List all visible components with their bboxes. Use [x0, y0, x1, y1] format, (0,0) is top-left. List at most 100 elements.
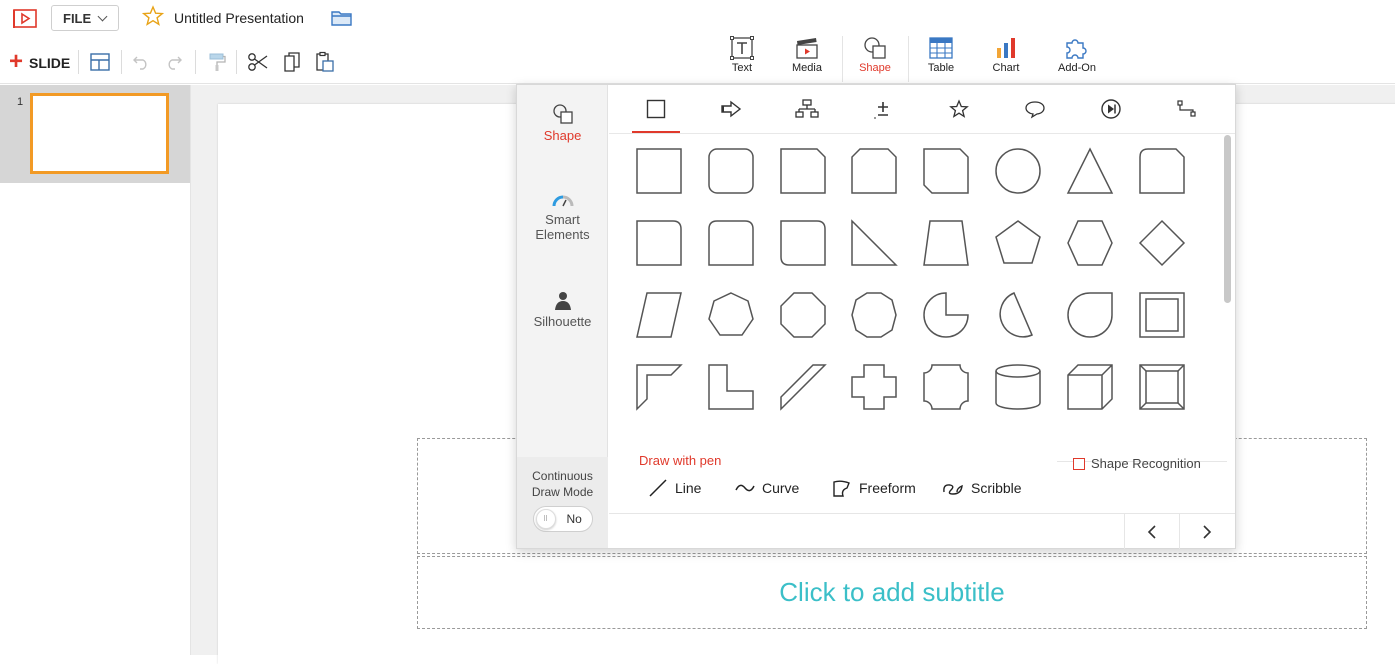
insert-shape-label: Shape — [859, 62, 891, 74]
app-logo-icon[interactable] — [13, 8, 37, 30]
pen-curve-button[interactable]: Curve — [734, 478, 799, 498]
shape-diamond[interactable] — [1126, 207, 1198, 279]
subtitle-placeholder-box[interactable]: Click to add subtitle — [417, 556, 1367, 629]
next-page-button[interactable] — [1179, 514, 1234, 549]
favorite-star-icon[interactable] — [142, 5, 164, 27]
pen-line-button[interactable]: Line — [647, 478, 701, 498]
shape-recognition-checkbox[interactable]: Shape Recognition — [1073, 456, 1201, 471]
shape-recognition-label: Shape Recognition — [1091, 456, 1201, 471]
shape-trapezoid[interactable] — [910, 207, 982, 279]
pen-freeform-button[interactable]: Freeform — [831, 478, 916, 498]
shape-half-frame[interactable] — [623, 351, 695, 423]
insert-shape-button[interactable]: Shape — [845, 36, 905, 82]
continuous-draw-label-2: Draw Mode — [531, 485, 594, 499]
top-toolbar: FILE Untitled Presentation + SLIDE Text … — [0, 0, 1395, 84]
pen-scribble-button[interactable]: Scribble — [941, 478, 1022, 498]
scribble-icon — [943, 484, 963, 495]
media-clapper-icon — [796, 38, 818, 59]
table-icon — [929, 37, 953, 59]
shape-pie[interactable] — [910, 279, 982, 351]
divider — [236, 50, 237, 74]
undo-button[interactable] — [129, 50, 153, 74]
subtitle-placeholder-text: Click to add subtitle — [779, 577, 1005, 607]
tab-flowchart[interactable] — [783, 85, 831, 133]
tab-callouts[interactable] — [1011, 85, 1059, 133]
checkbox-box[interactable] — [1073, 457, 1085, 470]
insert-media-button[interactable]: Media — [777, 36, 837, 82]
shape-icon — [864, 37, 886, 59]
shape-triangle[interactable] — [1054, 135, 1126, 207]
side-item-smart-elements[interactable]: Smart Elements — [517, 193, 608, 242]
shape-bevel[interactable] — [1126, 351, 1198, 423]
presentation-title[interactable]: Untitled Presentation — [174, 10, 304, 26]
paste-button[interactable] — [313, 50, 337, 74]
shape-octagon[interactable] — [767, 279, 839, 351]
shape-can[interactable] — [982, 351, 1054, 423]
add-slide-button[interactable]: + SLIDE — [9, 50, 71, 75]
shape-round-diagonal[interactable] — [767, 207, 839, 279]
shape-snip-same-side[interactable] — [838, 135, 910, 207]
shape-rounded-rectangle[interactable] — [695, 135, 767, 207]
prev-page-button[interactable] — [1124, 514, 1179, 549]
shape-circle[interactable] — [982, 135, 1054, 207]
shape-cross[interactable] — [838, 351, 910, 423]
tab-arrows[interactable] — [707, 85, 755, 133]
shape-heptagon[interactable] — [695, 279, 767, 351]
flowchart-icon — [795, 99, 819, 118]
format-painter-button[interactable] — [205, 50, 229, 74]
shape-decagon[interactable] — [838, 279, 910, 351]
shape-pentagon[interactable] — [982, 207, 1054, 279]
insert-table-button[interactable]: Table — [911, 36, 971, 82]
scrollbar-thumb[interactable] — [1224, 135, 1231, 303]
shape-grid-scrollbar[interactable] — [1224, 135, 1232, 445]
shape-snip-single-corner[interactable] — [767, 135, 839, 207]
shape-l-shape[interactable] — [695, 351, 767, 423]
insert-text-button[interactable]: Text — [712, 36, 772, 82]
insert-addon-button[interactable]: Add-On — [1047, 36, 1107, 82]
tab-action-buttons[interactable] — [1087, 85, 1135, 133]
shape-rectangle[interactable] — [623, 135, 695, 207]
redo-button[interactable] — [162, 50, 186, 74]
insert-chart-button[interactable]: Chart — [976, 36, 1036, 82]
shape-grid — [609, 135, 1219, 435]
add-slide-label: SLIDE — [29, 55, 71, 71]
tab-connectors[interactable] — [1163, 85, 1211, 133]
divider — [842, 36, 843, 82]
tab-basic-shapes[interactable] — [632, 85, 680, 133]
layout-button[interactable] — [88, 50, 112, 74]
shape-diagonal-stripe[interactable] — [767, 351, 839, 423]
toggle-knob: II — [535, 509, 556, 529]
plus-minus-icon — [874, 102, 888, 119]
slide-thumbnail-row[interactable]: 1 — [0, 85, 190, 183]
pen-line-label: Line — [675, 480, 702, 496]
copy-button[interactable] — [280, 50, 304, 74]
freeform-icon — [833, 480, 850, 497]
slide-thumbnail[interactable] — [30, 93, 169, 174]
file-menu-button[interactable]: FILE — [51, 5, 119, 31]
shape-snip-round-rectangle[interactable] — [1126, 135, 1198, 207]
continuous-draw-toggle[interactable]: II No — [532, 506, 593, 532]
shape-chord[interactable] — [982, 279, 1054, 351]
shape-right-triangle[interactable] — [838, 207, 910, 279]
star-icon — [949, 99, 969, 118]
connector-icon — [1177, 100, 1196, 117]
side-item-shape[interactable]: Shape — [517, 103, 608, 143]
tab-stars[interactable] — [935, 85, 983, 133]
shape-round-single-corner[interactable] — [623, 207, 695, 279]
shape-hexagon[interactable] — [1054, 207, 1126, 279]
tab-math[interactable] — [859, 85, 907, 133]
shape-cube[interactable] — [1054, 351, 1126, 423]
shape-round-same-side[interactable] — [695, 207, 767, 279]
folder-icon[interactable] — [331, 9, 352, 27]
shape-snip-diagonal[interactable] — [910, 135, 982, 207]
gauge-icon — [552, 195, 573, 207]
shape-frame[interactable] — [1126, 279, 1198, 351]
cut-button[interactable] — [246, 50, 270, 74]
silhouette-person-icon — [554, 292, 571, 310]
divider — [121, 50, 122, 74]
side-item-smart-label-1: Smart — [545, 212, 580, 227]
shape-teardrop[interactable] — [1054, 279, 1126, 351]
shape-plaque[interactable] — [910, 351, 982, 423]
side-item-silhouette[interactable]: Silhouette — [517, 291, 608, 329]
shape-parallelogram[interactable] — [623, 279, 695, 351]
